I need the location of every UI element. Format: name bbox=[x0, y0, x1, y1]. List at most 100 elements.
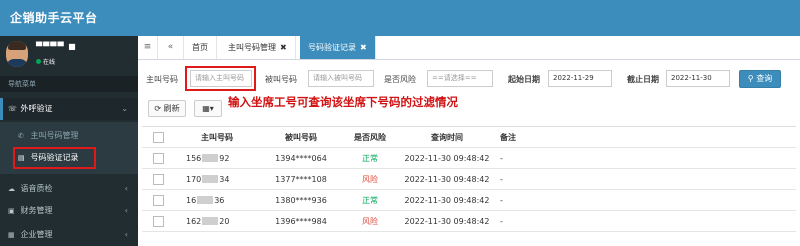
submenu-item-label: 主叫号码管理 bbox=[30, 131, 79, 140]
chevron-left-icon: ‹ bbox=[124, 184, 128, 193]
tab-verify-records[interactable]: 号码验证记录 ✖ bbox=[300, 36, 376, 59]
menu-toggle-icon[interactable]: ≡ bbox=[138, 36, 158, 59]
caller-cell: 156 92 bbox=[174, 147, 260, 169]
nav-header: 导航菜单 bbox=[0, 76, 138, 92]
caller-cell: 16 36 bbox=[174, 189, 260, 211]
row-checkbox[interactable] bbox=[142, 147, 174, 169]
main-content: 主叫号码 请输入主叫号码 被叫号码 请输入被叫号码 是否风险 ==请选择== 起… bbox=[138, 60, 800, 246]
tab-scroll-left-icon[interactable]: « bbox=[158, 36, 184, 59]
search-button[interactable]: ⚲ 查询 bbox=[739, 70, 781, 88]
col-header-note: 备注 bbox=[496, 126, 796, 148]
highlight-box-caller bbox=[185, 66, 256, 91]
caller-cell: 170 34 bbox=[174, 168, 260, 190]
table-row[interactable]: 156 92 1394****064 正常 2022-11-30 09:48:42- bbox=[142, 147, 796, 169]
time-cell: 2022-11-30 09:48:42 bbox=[398, 147, 496, 169]
risk-select[interactable]: ==请选择== bbox=[427, 70, 493, 87]
building-icon: ▦ bbox=[8, 231, 15, 239]
note-cell: - bbox=[496, 189, 796, 211]
time-cell: 2022-11-30 09:48:42 bbox=[398, 189, 496, 211]
tab-label: 号码验证记录 bbox=[308, 43, 356, 52]
tab-caller-management[interactable]: 主叫号码管理 ✖ bbox=[220, 36, 296, 59]
menu-item-finance[interactable]: ▣ 财务管理 ‹ bbox=[0, 200, 138, 222]
menu-item-enterprise[interactable]: ▦ 企业管理 ‹ bbox=[0, 224, 138, 246]
callee-cell: 1394****064 bbox=[260, 147, 342, 169]
user-panel: ▀▀▀▀ ■ 在线 bbox=[0, 36, 138, 74]
menu-item-voice-qc[interactable]: ☁ 语音质检 ‹ bbox=[0, 178, 138, 200]
time-cell: 2022-11-30 09:48:42 bbox=[398, 168, 496, 190]
chevron-left-icon: ‹ bbox=[124, 230, 128, 239]
note-cell: - bbox=[496, 210, 796, 232]
brand-title: 企销助手云平台 bbox=[10, 11, 98, 25]
risk-cell: 正常 bbox=[342, 147, 398, 169]
user-status: 在线 bbox=[36, 57, 55, 66]
masked-digits bbox=[197, 196, 214, 204]
close-icon[interactable]: ✖ bbox=[360, 43, 367, 52]
menu-item-label: 语音质检 bbox=[20, 184, 53, 193]
caller-label: 主叫号码 bbox=[146, 75, 178, 84]
callee-cell: 1396****984 bbox=[260, 210, 342, 232]
phone-icon: ✆ bbox=[18, 132, 24, 140]
callee-label: 被叫号码 bbox=[265, 75, 297, 84]
refresh-label: 刷新 bbox=[163, 104, 180, 113]
table-row[interactable]: 162 20 1396****984 风险 2022-11-30 09:48:42- bbox=[142, 210, 796, 232]
table-row[interactable]: 170 34 1377****108 风险 2022-11-30 09:48:42- bbox=[142, 168, 796, 190]
callee-cell: 1380****936 bbox=[260, 189, 342, 211]
col-header-callee: 被叫号码 bbox=[260, 126, 342, 148]
search-button-label: 查询 bbox=[756, 74, 773, 83]
annotation-text: 输入坐席工号可查询该坐席下号码的过滤情况 bbox=[228, 95, 458, 109]
start-date-input[interactable]: 2022-11-29 bbox=[548, 70, 612, 87]
menu-item-outbound-verify[interactable]: ☏ 外呼验证 ⌄ bbox=[0, 98, 138, 120]
col-header-risk: 是否风险 bbox=[342, 126, 398, 148]
risk-cell: 正常 bbox=[342, 189, 398, 211]
refresh-button[interactable]: ⟳ 刷新 bbox=[148, 100, 186, 117]
row-checkbox[interactable] bbox=[142, 189, 174, 211]
chevron-down-icon: ⌄ bbox=[121, 104, 128, 113]
refresh-icon: ⟳ bbox=[154, 104, 162, 113]
col-header-time: 查询时间 bbox=[398, 126, 496, 148]
submenu-item-caller-management[interactable]: ✆ 主叫号码管理 bbox=[0, 126, 138, 146]
tab-label: 主叫号码管理 bbox=[228, 43, 276, 52]
end-date-label: 截止日期 bbox=[627, 75, 659, 84]
callee-input[interactable]: 请输入被叫号码 bbox=[308, 70, 374, 87]
chevron-left-icon: ‹ bbox=[124, 206, 128, 215]
risk-cell: 风险 bbox=[342, 168, 398, 190]
tab-home[interactable]: 首页 bbox=[184, 36, 217, 59]
masked-digits bbox=[202, 217, 219, 225]
user-name: ▀▀▀▀ ■ bbox=[36, 42, 77, 51]
highlight-box-menu bbox=[13, 147, 96, 169]
records-table: 主叫号码 被叫号码 是否风险 查询时间 备注 156 92 1394****064 正… bbox=[142, 126, 796, 232]
user-status-text: 在线 bbox=[43, 59, 56, 66]
caller-cell: 162 20 bbox=[174, 210, 260, 232]
menu-item-label: 企业管理 bbox=[20, 230, 53, 239]
phone-menu-icon: ☏ bbox=[8, 105, 17, 113]
end-date-input[interactable]: 2022-11-30 bbox=[666, 70, 730, 87]
row-checkbox[interactable] bbox=[142, 210, 174, 232]
masked-digits bbox=[202, 175, 219, 183]
sidebar: ▀▀▀▀ ■ 在线 导航菜单 ☏ 外呼验证 ⌄ ✆ 主叫号码管理 ▤ 号码验证记… bbox=[0, 36, 138, 246]
col-header-caller: 主叫号码 bbox=[174, 126, 260, 148]
menu-item-label: 外呼验证 bbox=[20, 104, 53, 113]
money-icon: ▣ bbox=[8, 207, 15, 215]
table-row[interactable]: 16 36 1380****936 正常 2022-11-30 09:48:42- bbox=[142, 189, 796, 211]
cloud-icon: ☁ bbox=[8, 185, 15, 193]
close-icon[interactable]: ✖ bbox=[280, 43, 287, 52]
masked-digits bbox=[202, 154, 219, 162]
menu-item-label: 财务管理 bbox=[20, 206, 53, 215]
avatar bbox=[6, 41, 28, 67]
search-icon: ⚲ bbox=[747, 74, 754, 83]
note-cell: - bbox=[496, 147, 796, 169]
table-header-row: 主叫号码 被叫号码 是否风险 查询时间 备注 bbox=[142, 126, 796, 148]
risk-label: 是否风险 bbox=[384, 75, 416, 84]
note-cell: - bbox=[496, 168, 796, 190]
risk-cell: 风险 bbox=[342, 210, 398, 232]
callee-cell: 1377****108 bbox=[260, 168, 342, 190]
start-date-label: 起始日期 bbox=[508, 75, 540, 84]
row-checkbox[interactable] bbox=[142, 168, 174, 190]
time-cell: 2022-11-30 09:48:42 bbox=[398, 210, 496, 232]
caret-down-icon: ▾ bbox=[209, 104, 214, 113]
online-dot-icon bbox=[36, 59, 41, 64]
select-all-checkbox[interactable] bbox=[142, 126, 174, 148]
grid-icon: ▦ bbox=[202, 104, 210, 113]
tab-bar: ≡ « 首页 主叫号码管理 ✖ 号码验证记录 ✖ bbox=[138, 36, 800, 60]
columns-toggle-button[interactable]: ▦▾ bbox=[194, 100, 222, 117]
